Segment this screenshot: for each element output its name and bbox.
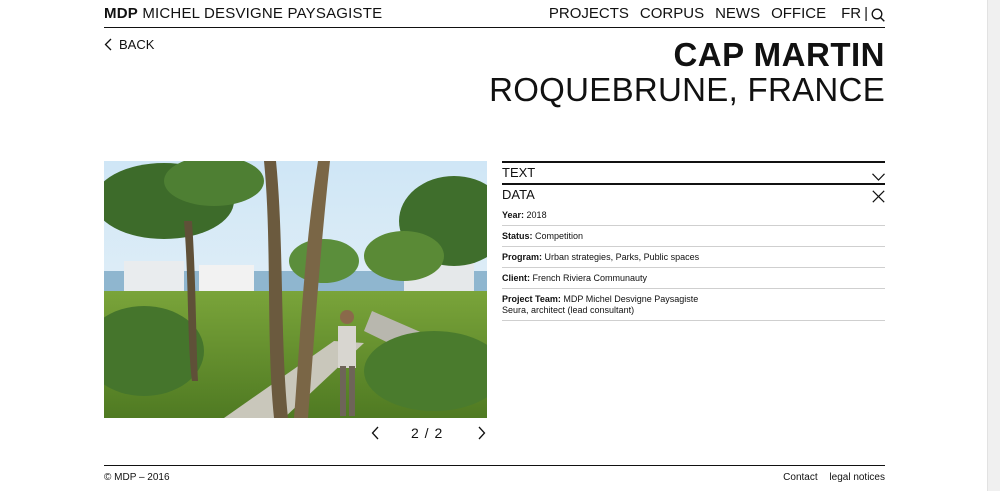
accordion-data-header[interactable]: DATA [502, 183, 885, 205]
gallery-counter: 2 / 2 [411, 425, 444, 441]
data-row-year: Year: 2018 [502, 205, 885, 226]
copyright: © MDP – 2016 [104, 472, 170, 483]
project-data-list: Year: 2018 Status: Competition Program: … [502, 205, 885, 321]
brand-abbr: MDP [104, 5, 138, 22]
chevron-right-icon [478, 426, 486, 440]
back-link[interactable]: BACK [104, 37, 154, 52]
brand-name: MICHEL DESVIGNE PAYSAGISTE [142, 5, 383, 22]
data-value-line2: Seura, architect (lead consultant) [502, 305, 635, 315]
project-image[interactable] [104, 161, 487, 418]
data-row-team: Project Team: MDP Michel Desvigne Paysag… [502, 289, 885, 321]
data-label: Project Team: [502, 294, 561, 304]
close-icon[interactable] [872, 189, 885, 208]
brand-logo[interactable]: MDP MICHEL DESVIGNE PAYSAGISTE [104, 5, 382, 22]
data-label: Year: [502, 210, 525, 220]
language-switch[interactable]: FR [841, 5, 861, 22]
contact-link[interactable]: Contact [783, 472, 817, 483]
data-value: MDP Michel Desvigne Paysagiste [563, 294, 699, 304]
project-info-panel: TEXT DATA Year: 2018 Status: Competition… [502, 161, 885, 321]
page-scrollbar[interactable] [987, 0, 1000, 491]
chevron-left-icon [371, 426, 379, 440]
nav-corpus[interactable]: CORPUS [640, 5, 704, 22]
data-value: Competition [535, 231, 584, 241]
nav-projects[interactable]: PROJECTS [549, 5, 629, 22]
search-icon[interactable] [871, 8, 885, 22]
prev-image-button[interactable] [371, 426, 379, 445]
data-label: Status: [502, 231, 533, 241]
accordion-data-label: DATA [502, 187, 535, 202]
data-value: Urban strategies, Parks, Public spaces [544, 252, 700, 262]
accordion-text-header[interactable]: TEXT [502, 161, 885, 183]
nav-news[interactable]: NEWS [715, 5, 760, 22]
project-name: CAP MARTIN [673, 36, 885, 73]
site-header: MDP MICHEL DESVIGNE PAYSAGISTE PROJECTS … [104, 0, 885, 28]
chevron-left-icon [104, 38, 112, 51]
project-location: ROQUEBRUNE, FRANCE [489, 71, 885, 108]
nav-separator: | [864, 5, 868, 22]
site-footer: © MDP – 2016 Contact legal notices [104, 465, 885, 483]
data-row-status: Status: Competition [502, 226, 885, 247]
gallery-pager: 2 / 2 [371, 424, 489, 442]
data-value: 2018 [526, 210, 547, 220]
accordion-text-label: TEXT [502, 165, 536, 180]
nav-office[interactable]: OFFICE [771, 5, 826, 22]
data-row-client: Client: French Riviera Communauty [502, 268, 885, 289]
project-title: CAP MARTIN ROQUEBRUNE, FRANCE [489, 38, 885, 108]
data-label: Client: [502, 273, 530, 283]
back-label: BACK [119, 37, 155, 52]
data-row-program: Program: Urban strategies, Parks, Public… [502, 247, 885, 268]
main-nav: PROJECTS CORPUS NEWS OFFICE FR | [538, 5, 885, 22]
data-label: Program: [502, 252, 543, 262]
next-image-button[interactable] [478, 426, 486, 445]
legal-notices-link[interactable]: legal notices [829, 472, 885, 483]
footer-links: Contact legal notices [774, 472, 885, 483]
data-value: French Riviera Communauty [532, 273, 648, 283]
